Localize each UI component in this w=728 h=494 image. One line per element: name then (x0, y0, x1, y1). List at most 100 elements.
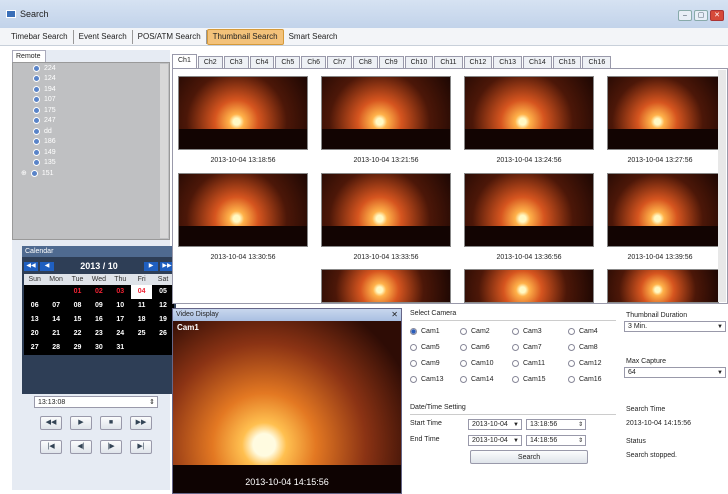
fast-rewind-button[interactable]: ◀◀ (40, 416, 62, 430)
tab-ch7[interactable]: Ch7 (327, 56, 352, 68)
spin-icon[interactable]: ⇕ (149, 397, 155, 408)
tab-thumbnail-search[interactable]: Thumbnail Search (206, 28, 284, 45)
max-capture-select[interactable]: 64 ▼ (624, 367, 726, 378)
thumbnail-image[interactable] (464, 76, 594, 150)
video-close-button[interactable]: ✕ (391, 309, 398, 321)
thumbnail-scrollbar[interactable] (718, 70, 726, 302)
cam2-radio[interactable]: Cam2 (460, 328, 490, 335)
calendar-day[interactable]: 13 (24, 313, 45, 327)
tab-timebar-search[interactable]: Timebar Search (6, 29, 74, 44)
close-button[interactable]: ✕ (710, 10, 724, 21)
calendar-day[interactable] (152, 341, 173, 355)
calendar-day[interactable]: 10 (110, 299, 131, 313)
next-month-button[interactable]: ▶ (144, 261, 158, 271)
calendar-day[interactable]: 30 (88, 341, 109, 355)
tab-ch14[interactable]: Ch14 (523, 56, 552, 68)
calendar-day[interactable]: 01 (67, 285, 88, 299)
calendar-day[interactable]: 09 (88, 299, 109, 313)
tab-ch13[interactable]: Ch13 (493, 56, 523, 68)
tab-ch15[interactable]: Ch15 (552, 56, 582, 68)
cam16-radio[interactable]: Cam16 (568, 376, 602, 383)
tab-ch10[interactable]: Ch10 (404, 56, 434, 68)
tab-ch16[interactable]: Ch16 (582, 56, 612, 68)
start-time-spinner[interactable]: 13:18:56 ⇕ (526, 419, 586, 430)
tab-ch11[interactable]: Ch11 (434, 56, 463, 68)
calendar-day-selected[interactable]: 04 (130, 285, 153, 299)
thumbnail-image[interactable] (321, 173, 451, 247)
tab-ch4[interactable]: Ch4 (249, 56, 275, 68)
next-frame-button[interactable]: |▶ (100, 440, 122, 454)
tab-ch1[interactable]: Ch1 (172, 54, 197, 68)
calendar-day[interactable]: 07 (45, 299, 66, 313)
tree-item[interactable]: 247 (13, 116, 169, 127)
expand-icon[interactable]: ⊕ (21, 169, 27, 177)
tab-ch12[interactable]: Ch12 (463, 56, 493, 68)
tab-pos-atm-search[interactable]: POS/ATM Search (133, 29, 207, 44)
calendar-day[interactable]: 06 (24, 299, 45, 313)
cam3-radio[interactable]: Cam3 (512, 328, 542, 335)
calendar-day[interactable]: 24 (110, 327, 131, 341)
calendar-day[interactable]: 03 (110, 285, 131, 299)
play-button[interactable]: ▶ (70, 416, 92, 430)
time-spinner[interactable]: 13:13:08 ⇕ (34, 396, 158, 408)
maximize-button[interactable]: ▢ (694, 10, 708, 21)
tree-item[interactable]: 175 (13, 105, 169, 116)
end-date-picker[interactable]: 2013-10-04 ▼ (468, 435, 522, 446)
calendar-day[interactable]: 12 (152, 299, 173, 313)
calendar-day[interactable]: 19 (152, 313, 173, 327)
spin-icon[interactable]: ⇕ (578, 420, 583, 430)
cam4-radio[interactable]: Cam4 (568, 328, 598, 335)
calendar-day[interactable]: 29 (67, 341, 88, 355)
thumbnail-duration-select[interactable]: 3 Min. ▼ (624, 321, 726, 332)
calendar-day[interactable] (45, 285, 66, 299)
minimize-button[interactable]: – (678, 10, 692, 21)
tree-item[interactable]: 194 (13, 84, 169, 95)
fast-forward-button[interactable]: ▶▶ (130, 416, 152, 430)
cam8-radio[interactable]: Cam8 (568, 344, 598, 351)
calendar-day[interactable]: 11 (131, 299, 152, 313)
calendar-day[interactable]: 17 (110, 313, 131, 327)
cam1-radio[interactable]: Cam1 (410, 328, 440, 335)
cam13-radio[interactable]: Cam13 (410, 376, 444, 383)
tab-ch3[interactable]: Ch3 (223, 56, 249, 68)
tree-item[interactable]: ⊕ 151 (13, 168, 169, 179)
calendar-day[interactable]: 23 (88, 327, 109, 341)
calendar-day[interactable]: 14 (45, 313, 66, 327)
prev-frame-button[interactable]: ◀| (70, 440, 92, 454)
tab-ch9[interactable]: Ch9 (378, 56, 404, 68)
calendar-day[interactable]: 25 (131, 327, 152, 341)
tab-ch8[interactable]: Ch8 (352, 56, 378, 68)
tree-item[interactable]: 224 (13, 63, 169, 74)
calendar-day[interactable]: 31 (110, 341, 131, 355)
calendar-day[interactable]: 15 (67, 313, 88, 327)
spin-icon[interactable]: ⇕ (578, 436, 583, 446)
cam7-radio[interactable]: Cam7 (512, 344, 542, 351)
tab-event-search[interactable]: Event Search (74, 29, 133, 44)
stop-button[interactable]: ■ (100, 416, 122, 430)
search-button[interactable]: Search (470, 450, 588, 464)
calendar-day[interactable]: 18 (131, 313, 152, 327)
calendar-day[interactable]: 08 (67, 299, 88, 313)
cam12-radio[interactable]: Cam12 (568, 360, 602, 367)
thumbnail-image[interactable] (321, 76, 451, 150)
tree-item[interactable]: 124 (13, 74, 169, 85)
cam5-radio[interactable]: Cam5 (410, 344, 440, 351)
calendar-day[interactable]: 26 (152, 327, 173, 341)
cam9-radio[interactable]: Cam9 (410, 360, 440, 367)
calendar-day[interactable]: 28 (45, 341, 66, 355)
tab-ch2[interactable]: Ch2 (197, 56, 223, 68)
tree-item[interactable]: 107 (13, 95, 169, 106)
calendar-day[interactable]: 16 (88, 313, 109, 327)
cam11-radio[interactable]: Cam11 (512, 360, 545, 367)
calendar-day[interactable]: 27 (24, 341, 45, 355)
tree-item[interactable]: 135 (13, 158, 169, 169)
tree-scrollbar[interactable] (160, 64, 168, 238)
thumbnail-image[interactable] (464, 269, 594, 303)
calendar-day[interactable]: 02 (88, 285, 109, 299)
cam15-radio[interactable]: Cam15 (512, 376, 546, 383)
start-date-picker[interactable]: 2013-10-04 ▼ (468, 419, 522, 430)
cam6-radio[interactable]: Cam6 (460, 344, 490, 351)
tree-item[interactable]: dd (13, 126, 169, 137)
calendar-day[interactable] (24, 285, 45, 299)
thumbnail-image[interactable] (464, 173, 594, 247)
